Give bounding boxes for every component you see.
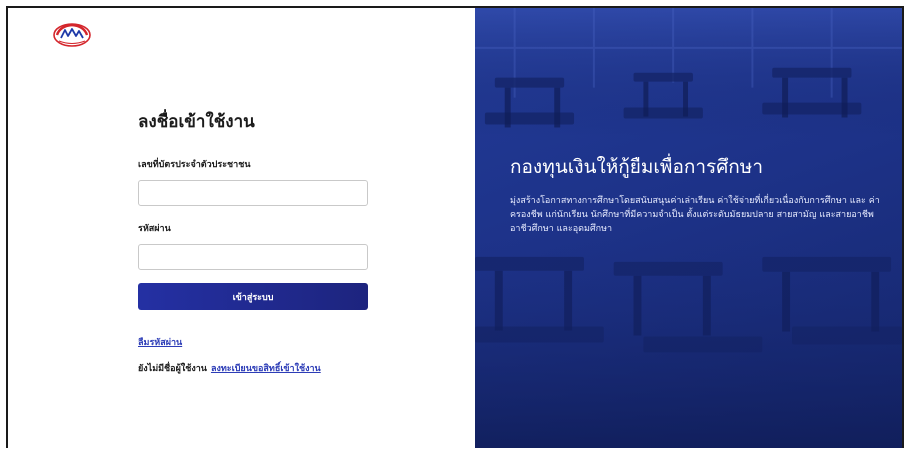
id-card-input[interactable] [138,180,368,206]
register-row: ยังไม่มีชื่อผู้ใช้งาน ลงทะเบียนขอสิทธิ์เข… [138,361,368,375]
login-panel: ลงชื่อเข้าใช้งาน เลขที่บัตรประจำตัวประชา… [8,8,475,448]
register-link[interactable]: ลงทะเบียนขอสิทธิ์เข้าใช้งาน [211,364,321,374]
promo-description: มุ่งสร้างโอกาสทางการศึกษาโดยสนับสนุนค่าเ… [510,196,880,234]
app-window: ลงชื่อเข้าใช้งาน เลขที่บัตรประจำตัวประชา… [6,6,904,448]
promo-headline: กองทุนเงินให้กู้ยืมเพื่อการศึกษา [510,156,763,178]
no-account-text: ยังไม่มีชื่อผู้ใช้งาน [138,364,207,374]
login-form: ลงชื่อเข้าใช้งาน เลขที่บัตรประจำตัวประชา… [138,108,368,375]
logo-icon [53,23,91,47]
forgot-password-link[interactable]: ลืมรหัสผ่าน [138,335,182,349]
page-title: ลงชื่อเข้าใช้งาน [138,112,255,132]
id-card-label: เลขที่บัตรประจำตัวประชาชน [138,160,251,170]
login-button[interactable]: เข้าสู่ระบบ [138,283,368,310]
password-label: รหัสผ่าน [138,224,171,234]
promo-panel: กองทุนเงินให้กู้ยืมเพื่อการศึกษา มุ่งสร้… [475,8,902,448]
password-input[interactable] [138,244,368,270]
